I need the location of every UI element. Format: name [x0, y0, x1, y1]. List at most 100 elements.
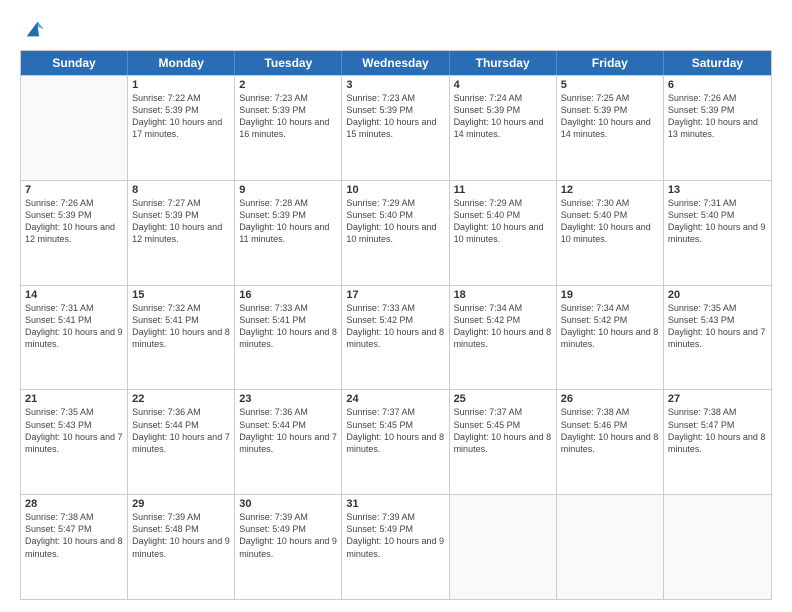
day-info: Sunrise: 7:34 AM Sunset: 5:42 PM Dayligh… — [454, 302, 552, 351]
day-info: Sunrise: 7:36 AM Sunset: 5:44 PM Dayligh… — [132, 406, 230, 455]
header-day-friday: Friday — [557, 51, 664, 75]
calendar-cell: 5Sunrise: 7:25 AM Sunset: 5:39 PM Daylig… — [557, 76, 664, 180]
day-info: Sunrise: 7:31 AM Sunset: 5:41 PM Dayligh… — [25, 302, 123, 351]
calendar-cell: 19Sunrise: 7:34 AM Sunset: 5:42 PM Dayli… — [557, 286, 664, 390]
day-info: Sunrise: 7:26 AM Sunset: 5:39 PM Dayligh… — [668, 92, 767, 141]
day-info: Sunrise: 7:38 AM Sunset: 5:46 PM Dayligh… — [561, 406, 659, 455]
day-number: 11 — [454, 184, 552, 196]
header-day-saturday: Saturday — [664, 51, 771, 75]
calendar-week-4: 21Sunrise: 7:35 AM Sunset: 5:43 PM Dayli… — [21, 389, 771, 494]
day-number: 20 — [668, 289, 767, 301]
day-info: Sunrise: 7:30 AM Sunset: 5:40 PM Dayligh… — [561, 197, 659, 246]
day-info: Sunrise: 7:38 AM Sunset: 5:47 PM Dayligh… — [668, 406, 767, 455]
calendar-cell: 18Sunrise: 7:34 AM Sunset: 5:42 PM Dayli… — [450, 286, 557, 390]
day-info: Sunrise: 7:27 AM Sunset: 5:39 PM Dayligh… — [132, 197, 230, 246]
calendar-cell: 13Sunrise: 7:31 AM Sunset: 5:40 PM Dayli… — [664, 181, 771, 285]
day-number: 3 — [346, 79, 444, 91]
calendar-cell: 21Sunrise: 7:35 AM Sunset: 5:43 PM Dayli… — [21, 390, 128, 494]
calendar-cell: 12Sunrise: 7:30 AM Sunset: 5:40 PM Dayli… — [557, 181, 664, 285]
day-number: 28 — [25, 498, 123, 510]
day-info: Sunrise: 7:33 AM Sunset: 5:41 PM Dayligh… — [239, 302, 337, 351]
day-info: Sunrise: 7:35 AM Sunset: 5:43 PM Dayligh… — [668, 302, 767, 351]
calendar-cell: 28Sunrise: 7:38 AM Sunset: 5:47 PM Dayli… — [21, 495, 128, 599]
day-info: Sunrise: 7:35 AM Sunset: 5:43 PM Dayligh… — [25, 406, 123, 455]
calendar-header-row: SundayMondayTuesdayWednesdayThursdayFrid… — [21, 51, 771, 75]
calendar-cell: 3Sunrise: 7:23 AM Sunset: 5:39 PM Daylig… — [342, 76, 449, 180]
calendar-cell — [21, 76, 128, 180]
header — [20, 18, 772, 40]
day-number: 5 — [561, 79, 659, 91]
calendar-week-5: 28Sunrise: 7:38 AM Sunset: 5:47 PM Dayli… — [21, 494, 771, 599]
day-number: 2 — [239, 79, 337, 91]
day-info: Sunrise: 7:32 AM Sunset: 5:41 PM Dayligh… — [132, 302, 230, 351]
day-number: 8 — [132, 184, 230, 196]
calendar-cell: 7Sunrise: 7:26 AM Sunset: 5:39 PM Daylig… — [21, 181, 128, 285]
day-info: Sunrise: 7:29 AM Sunset: 5:40 PM Dayligh… — [346, 197, 444, 246]
calendar-cell: 30Sunrise: 7:39 AM Sunset: 5:49 PM Dayli… — [235, 495, 342, 599]
calendar-week-1: 1Sunrise: 7:22 AM Sunset: 5:39 PM Daylig… — [21, 75, 771, 180]
day-info: Sunrise: 7:23 AM Sunset: 5:39 PM Dayligh… — [346, 92, 444, 141]
calendar-cell: 10Sunrise: 7:29 AM Sunset: 5:40 PM Dayli… — [342, 181, 449, 285]
day-info: Sunrise: 7:38 AM Sunset: 5:47 PM Dayligh… — [25, 511, 123, 560]
calendar-cell: 6Sunrise: 7:26 AM Sunset: 5:39 PM Daylig… — [664, 76, 771, 180]
calendar-cell: 17Sunrise: 7:33 AM Sunset: 5:42 PM Dayli… — [342, 286, 449, 390]
day-number: 4 — [454, 79, 552, 91]
calendar-cell: 22Sunrise: 7:36 AM Sunset: 5:44 PM Dayli… — [128, 390, 235, 494]
logo-icon — [23, 18, 45, 40]
calendar-cell: 14Sunrise: 7:31 AM Sunset: 5:41 PM Dayli… — [21, 286, 128, 390]
calendar-cell — [557, 495, 664, 599]
logo — [20, 18, 45, 40]
day-number: 12 — [561, 184, 659, 196]
day-info: Sunrise: 7:36 AM Sunset: 5:44 PM Dayligh… — [239, 406, 337, 455]
calendar-cell: 24Sunrise: 7:37 AM Sunset: 5:45 PM Dayli… — [342, 390, 449, 494]
calendar-cell: 25Sunrise: 7:37 AM Sunset: 5:45 PM Dayli… — [450, 390, 557, 494]
day-info: Sunrise: 7:31 AM Sunset: 5:40 PM Dayligh… — [668, 197, 767, 246]
calendar-cell: 8Sunrise: 7:27 AM Sunset: 5:39 PM Daylig… — [128, 181, 235, 285]
day-number: 16 — [239, 289, 337, 301]
day-number: 22 — [132, 393, 230, 405]
calendar-cell: 15Sunrise: 7:32 AM Sunset: 5:41 PM Dayli… — [128, 286, 235, 390]
day-info: Sunrise: 7:37 AM Sunset: 5:45 PM Dayligh… — [454, 406, 552, 455]
day-number: 17 — [346, 289, 444, 301]
calendar-cell: 11Sunrise: 7:29 AM Sunset: 5:40 PM Dayli… — [450, 181, 557, 285]
calendar-cell: 31Sunrise: 7:39 AM Sunset: 5:49 PM Dayli… — [342, 495, 449, 599]
day-number: 29 — [132, 498, 230, 510]
day-info: Sunrise: 7:24 AM Sunset: 5:39 PM Dayligh… — [454, 92, 552, 141]
day-number: 25 — [454, 393, 552, 405]
day-info: Sunrise: 7:39 AM Sunset: 5:48 PM Dayligh… — [132, 511, 230, 560]
day-number: 7 — [25, 184, 123, 196]
calendar-cell: 9Sunrise: 7:28 AM Sunset: 5:39 PM Daylig… — [235, 181, 342, 285]
calendar-week-2: 7Sunrise: 7:26 AM Sunset: 5:39 PM Daylig… — [21, 180, 771, 285]
page: SundayMondayTuesdayWednesdayThursdayFrid… — [0, 0, 792, 612]
header-day-wednesday: Wednesday — [342, 51, 449, 75]
calendar-cell: 1Sunrise: 7:22 AM Sunset: 5:39 PM Daylig… — [128, 76, 235, 180]
day-number: 18 — [454, 289, 552, 301]
day-number: 1 — [132, 79, 230, 91]
day-number: 26 — [561, 393, 659, 405]
day-number: 30 — [239, 498, 337, 510]
header-day-monday: Monday — [128, 51, 235, 75]
day-number: 23 — [239, 393, 337, 405]
day-number: 13 — [668, 184, 767, 196]
day-number: 6 — [668, 79, 767, 91]
day-number: 19 — [561, 289, 659, 301]
day-number: 31 — [346, 498, 444, 510]
day-info: Sunrise: 7:25 AM Sunset: 5:39 PM Dayligh… — [561, 92, 659, 141]
day-info: Sunrise: 7:29 AM Sunset: 5:40 PM Dayligh… — [454, 197, 552, 246]
calendar-cell: 26Sunrise: 7:38 AM Sunset: 5:46 PM Dayli… — [557, 390, 664, 494]
day-number: 27 — [668, 393, 767, 405]
header-day-tuesday: Tuesday — [235, 51, 342, 75]
day-info: Sunrise: 7:22 AM Sunset: 5:39 PM Dayligh… — [132, 92, 230, 141]
calendar-cell: 4Sunrise: 7:24 AM Sunset: 5:39 PM Daylig… — [450, 76, 557, 180]
calendar-cell — [664, 495, 771, 599]
day-info: Sunrise: 7:26 AM Sunset: 5:39 PM Dayligh… — [25, 197, 123, 246]
day-info: Sunrise: 7:39 AM Sunset: 5:49 PM Dayligh… — [346, 511, 444, 560]
day-info: Sunrise: 7:23 AM Sunset: 5:39 PM Dayligh… — [239, 92, 337, 141]
header-day-sunday: Sunday — [21, 51, 128, 75]
calendar-cell — [450, 495, 557, 599]
calendar: SundayMondayTuesdayWednesdayThursdayFrid… — [20, 50, 772, 600]
day-number: 21 — [25, 393, 123, 405]
day-number: 9 — [239, 184, 337, 196]
calendar-cell: 29Sunrise: 7:39 AM Sunset: 5:48 PM Dayli… — [128, 495, 235, 599]
day-number: 24 — [346, 393, 444, 405]
